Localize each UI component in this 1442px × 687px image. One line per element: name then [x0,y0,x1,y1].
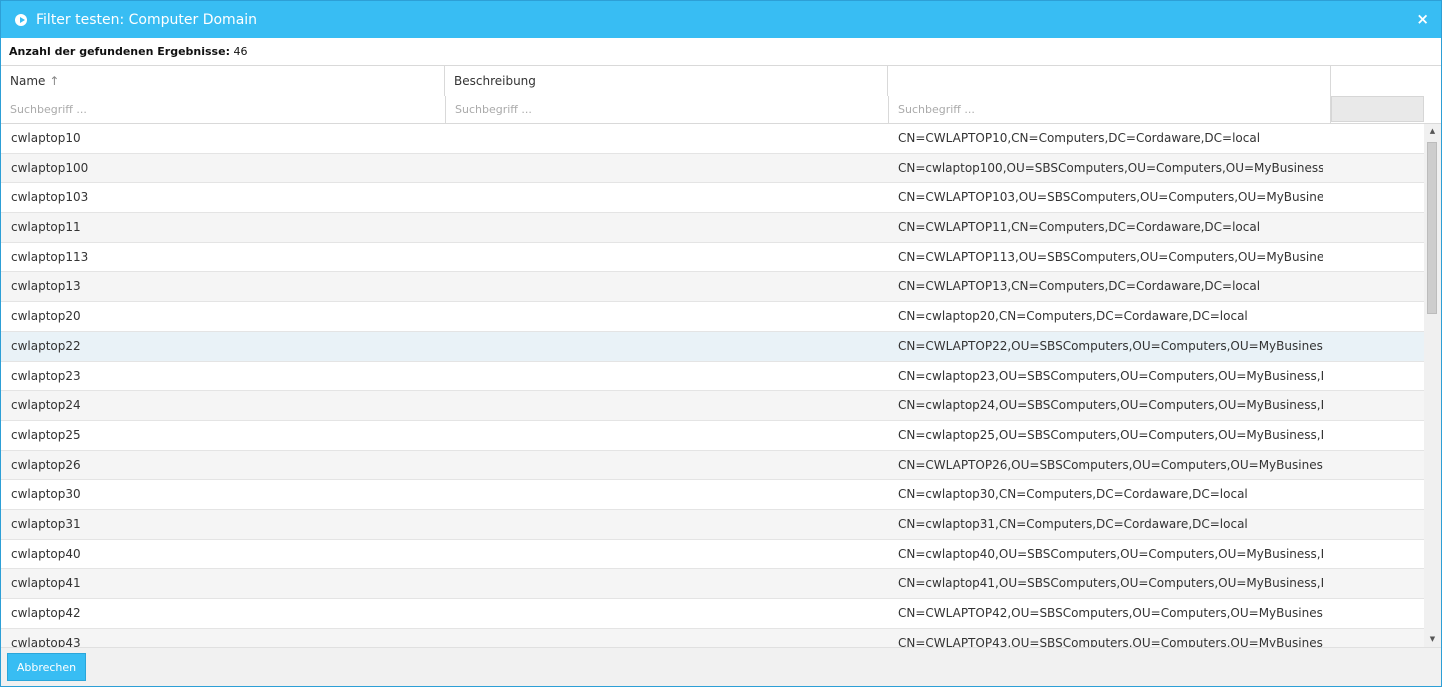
filter-spacer [1331,96,1424,122]
cell-dn: CN=CWLAPTOP11,CN=Computers,DC=Cordaware,… [898,220,1261,235]
filter-input-name[interactable] [1,96,445,122]
filter-input-dn[interactable] [889,96,1330,122]
cell-dn: CN=CWLAPTOP103,OU=SBSComputers,OU=Comput… [898,190,1323,205]
column-header-dn[interactable] [888,66,1331,96]
cell-dn: CN=CWLAPTOP10,CN=Computers,DC=Cordaware,… [898,131,1261,145]
cell-dn: CN=cwlaptop100,OU=SBSComputers,OU=Comput… [898,160,1323,175]
cell-dn: CN=CWLAPTOP22,OU=SBSComputers,OU=Compute… [898,338,1323,353]
table-row[interactable]: cwlaptop23 CN=cwlaptop23,OU=SBSComputers,… [1,362,1424,392]
cell-name: cwlaptop42 [11,606,81,620]
table-row[interactable]: cwlaptop11 CN=CWLAPTOP11,CN=Computers,DC=… [1,213,1424,243]
cell-name: cwlaptop100 [11,160,89,175]
cell-dn: CN=cwlaptop24,OU=SBSComputers,OU=Compute… [898,398,1323,413]
cell-name: cwlaptop113 [11,249,89,264]
filter-cell-beschreibung [446,96,889,123]
dialog-footer: Abbrechen [1,647,1441,686]
cell-name: cwlaptop103 [11,190,89,205]
table-row[interactable]: cwlaptop40 CN=cwlaptop40,OU=SBSComputers,… [1,540,1424,570]
table-row[interactable]: cwlaptop13 CN=CWLAPTOP13,CN=Computers,DC=… [1,272,1424,303]
column-header-beschreibung-label: Beschreibung [454,74,536,88]
cell-dn: CN=CWLAPTOP42,OU=SBSComputers,OU=Compute… [898,606,1323,620]
cell-name: cwlaptop23 [11,368,81,383]
table-body: cwlaptop10 CN=CWLAPTOP10,CN=Computers,DC=… [1,124,1424,647]
cell-name: cwlaptop24 [11,398,81,413]
cell-dn: CN=cwlaptop41,OU=SBSComputers,OU=Compute… [898,576,1323,591]
filter-test-dialog: Filter testen: Computer Domain × Anzahl … [0,0,1442,687]
cell-name: cwlaptop20 [11,309,81,324]
table-row[interactable]: cwlaptop103 CN=CWLAPTOP103,OU=SBSComputer… [1,183,1424,214]
column-header-name-label: Name [10,74,46,88]
cell-dn: CN=cwlaptop23,OU=SBSComputers,OU=Compute… [898,368,1323,383]
table-row[interactable]: cwlaptop10 CN=CWLAPTOP10,CN=Computers,DC=… [1,124,1424,154]
cell-name: cwlaptop41 [11,576,81,591]
cell-name: cwlaptop25 [11,427,81,442]
cell-name: cwlaptop26 [11,457,81,472]
scroll-down-icon[interactable]: ▼ [1424,632,1441,647]
table-row[interactable]: cwlaptop41 CN=cwlaptop41,OU=SBSComputers,… [1,569,1424,599]
result-count: Anzahl der gefundenen Ergebnisse: 46 [9,45,247,59]
table-row[interactable]: cwlaptop25 CN=cwlaptop25,OU=SBSComputers,… [1,421,1424,451]
table-row[interactable]: cwlaptop31 CN=cwlaptop31,CN=Computers,DC=… [1,509,1424,540]
column-header-beschreibung[interactable]: Beschreibung [445,66,888,96]
cell-name: cwlaptop43 [11,635,81,647]
filter-cell-dn [889,96,1331,123]
table-row[interactable]: cwlaptop26 CN=CWLAPTOP26,OU=SBSComputers,… [1,450,1424,481]
cell-name: cwlaptop30 [11,487,81,502]
cell-dn: CN=cwlaptop31,CN=Computers,DC=Cordaware,… [898,516,1248,531]
vertical-scrollbar[interactable]: ▲ ▼ [1424,124,1441,647]
cell-dn: CN=cwlaptop40,OU=SBSComputers,OU=Compute… [898,546,1323,561]
table-header: Name ↑ Beschreibung [1,65,1441,97]
scrollbar-thumb[interactable] [1427,142,1437,314]
cell-dn: CN=cwlaptop20,CN=Computers,DC=Cordaware,… [898,309,1248,324]
scroll-up-icon[interactable]: ▲ [1424,124,1441,139]
table-row[interactable]: cwlaptop30 CN=cwlaptop30,CN=Computers,DC=… [1,480,1424,510]
cell-name: cwlaptop10 [11,131,81,145]
dialog-title: Filter testen: Computer Domain [36,12,258,28]
cell-dn: CN=cwlaptop30,CN=Computers,DC=Cordaware,… [898,487,1248,502]
column-header-name[interactable]: Name ↑ [1,66,445,96]
result-count-value: 46 [233,45,248,58]
cell-dn: CN=CWLAPTOP43,OU=SBSComputers,OU=Compute… [898,635,1323,647]
cell-name: cwlaptop22 [11,338,81,353]
cell-dn: CN=cwlaptop25,OU=SBSComputers,OU=Compute… [898,427,1323,442]
close-icon[interactable]: × [1416,10,1429,28]
table-row[interactable]: cwlaptop42 CN=CWLAPTOP42,OU=SBSComputers,… [1,599,1424,629]
result-count-label: Anzahl der gefundenen Ergebnisse: [9,45,230,58]
cell-name: cwlaptop31 [11,516,81,531]
table-row[interactable]: cwlaptop100 CN=cwlaptop100,OU=SBSComputer… [1,153,1424,184]
filter-input-beschreibung[interactable] [446,96,888,122]
play-circle-icon [15,14,27,26]
cell-name: cwlaptop13 [11,279,81,294]
table-row[interactable]: cwlaptop20 CN=cwlaptop20,CN=Computers,DC=… [1,302,1424,332]
table-row[interactable]: cwlaptop43 CN=CWLAPTOP43,OU=SBSComputers,… [1,628,1424,647]
filter-cell-name [1,96,446,123]
cell-dn: CN=CWLAPTOP13,CN=Computers,DC=Cordaware,… [898,279,1261,294]
cell-dn: CN=CWLAPTOP26,OU=SBSComputers,OU=Compute… [898,457,1323,472]
cell-name: cwlaptop40 [11,546,81,561]
sort-asc-icon: ↑ [49,74,60,88]
table-row[interactable]: cwlaptop24 CN=cwlaptop24,OU=SBSComputers,… [1,391,1424,421]
cell-dn: CN=CWLAPTOP113,OU=SBSComputers,OU=Comput… [898,249,1323,264]
table-row[interactable]: cwlaptop113 CN=CWLAPTOP113,OU=SBSComputer… [1,243,1424,273]
filter-row [1,96,1441,124]
cell-name: cwlaptop11 [11,220,81,235]
dialog-titlebar: Filter testen: Computer Domain × [1,1,1441,38]
table-row[interactable]: cwlaptop22 CN=CWLAPTOP22,OU=SBSComputers,… [1,331,1424,362]
cancel-button[interactable]: Abbrechen [7,653,86,681]
